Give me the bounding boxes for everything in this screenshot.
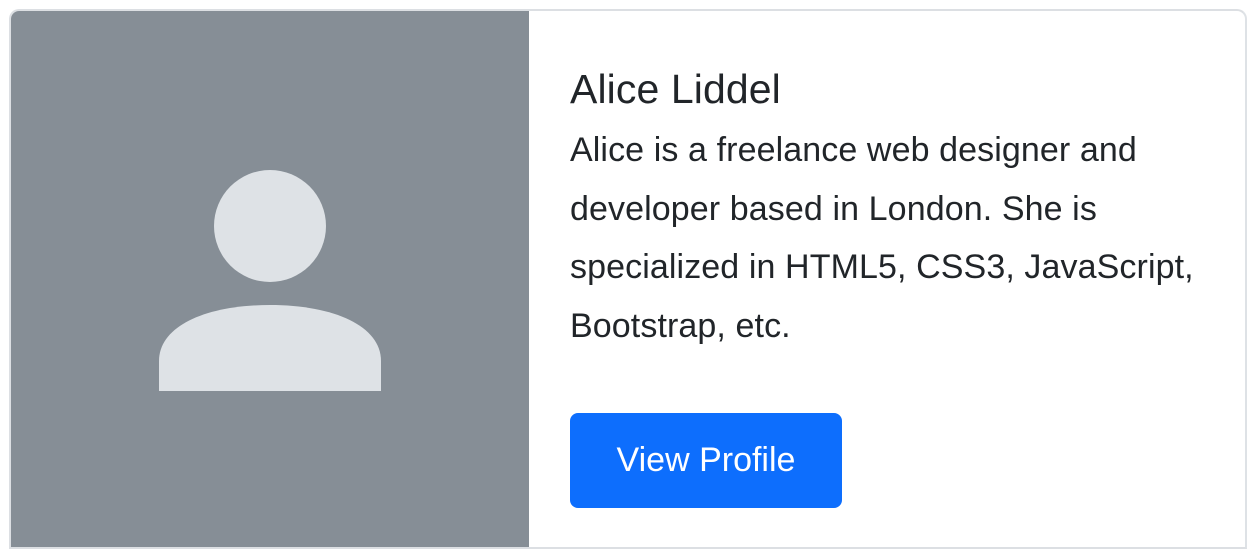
- profile-card: Alice Liddel Alice is a freelance web de…: [9, 9, 1247, 549]
- card-title: Alice Liddel: [570, 66, 781, 112]
- card-description: Alice is a freelance web designer and de…: [570, 131, 1194, 345]
- person-placeholder-icon: [159, 170, 381, 391]
- card-body: Alice Liddel Alice is a freelance web de…: [529, 11, 1245, 547]
- person-head-shape: [214, 170, 326, 282]
- view-profile-button[interactable]: View Profile: [570, 413, 842, 508]
- person-body-shape: [159, 305, 381, 391]
- profile-image-placeholder: [11, 11, 529, 547]
